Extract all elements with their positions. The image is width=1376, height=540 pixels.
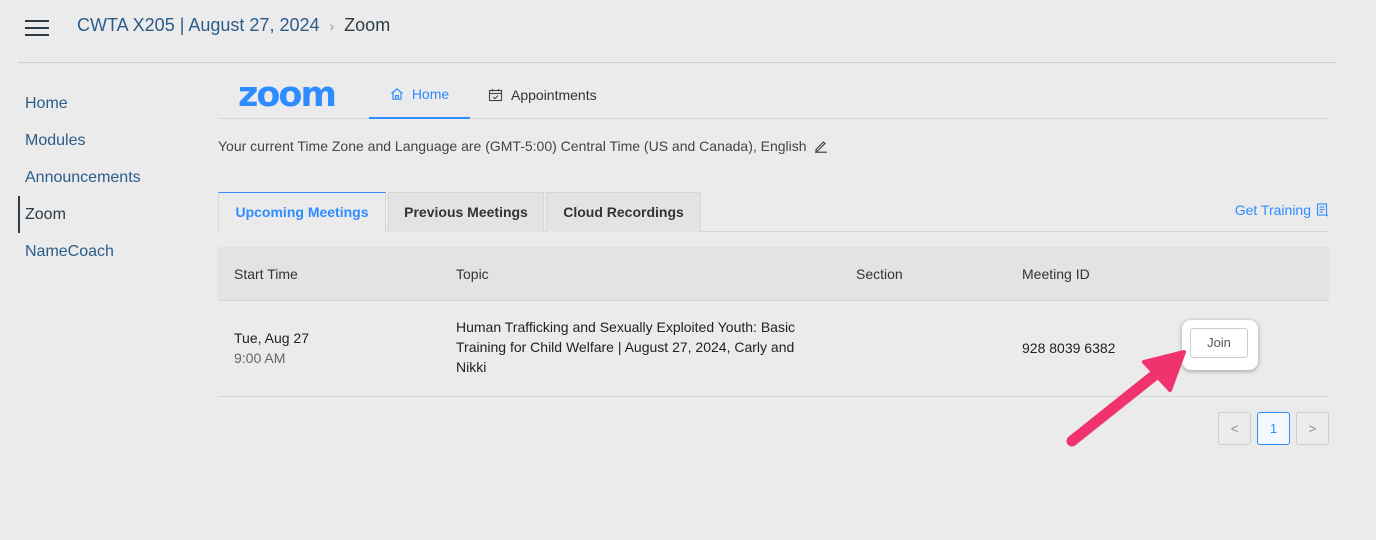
annotation-arrow-icon — [1066, 350, 1186, 447]
tab-appointments-label: Appointments — [511, 86, 597, 103]
meeting-date: Tue, Aug 27 — [234, 330, 309, 346]
get-training-link[interactable]: Get Training — [1235, 202, 1329, 218]
course-navigation: Home Modules Announcements Zoom NameCoac… — [18, 85, 198, 270]
meeting-tabs: Upcoming Meetings Previous Meetings Clou… — [218, 192, 1329, 233]
zoom-header: zoom Home Appointments — [218, 70, 1329, 119]
column-topic: Topic — [456, 266, 489, 282]
zoom-logo: zoom — [238, 75, 337, 115]
tab-appointments[interactable]: Appointments — [488, 70, 597, 119]
book-icon — [1316, 203, 1329, 217]
column-start-time: Start Time — [234, 266, 298, 282]
hamburger-menu-icon[interactable] — [25, 19, 49, 37]
breadcrumb-course-link[interactable]: CWTA X205 | August 27, 2024 — [77, 15, 320, 36]
sidenav-item-announcements[interactable]: Announcements — [18, 159, 198, 196]
home-icon — [390, 87, 404, 101]
top-bar: CWTA X205 | August 27, 2024 › Zoom — [0, 0, 1376, 62]
prev-page-button[interactable]: < — [1218, 412, 1251, 445]
tab-previous-meetings[interactable]: Previous Meetings — [388, 192, 544, 232]
pagination: < 1 > — [1212, 412, 1329, 445]
breadcrumb-separator: › — [329, 17, 335, 34]
page-1-button[interactable]: 1 — [1257, 412, 1290, 445]
timezone-info: Your current Time Zone and Language are … — [218, 138, 828, 154]
tab-cloud-recordings[interactable]: Cloud Recordings — [546, 192, 701, 232]
timezone-text: Your current Time Zone and Language are … — [218, 138, 807, 154]
top-divider — [18, 62, 1337, 63]
edit-pencil-icon[interactable] — [814, 139, 828, 153]
tab-home[interactable]: Home — [369, 70, 470, 119]
get-training-label: Get Training — [1234, 202, 1311, 218]
sidenav-item-modules[interactable]: Modules — [18, 122, 198, 159]
sidenav-item-namecoach[interactable]: NameCoach — [18, 233, 198, 270]
breadcrumb-current: Zoom — [344, 15, 391, 35]
table-header: Start Time Topic Section Meeting ID — [218, 247, 1329, 301]
column-section: Section — [856, 266, 903, 282]
meeting-topic: Human Trafficking and Sexually Exploited… — [456, 319, 796, 375]
calendar-icon — [488, 88, 503, 102]
tab-home-label: Home — [411, 85, 450, 102]
tab-upcoming-meetings[interactable]: Upcoming Meetings — [218, 192, 386, 233]
sidenav-item-home[interactable]: Home — [18, 85, 198, 122]
meeting-time: 9:00 AM — [234, 350, 286, 366]
breadcrumb: CWTA X205 | August 27, 2024 › Zoom — [77, 15, 390, 36]
column-meeting-id: Meeting ID — [1022, 266, 1090, 282]
sidenav-item-zoom[interactable]: Zoom — [18, 196, 198, 233]
zoom-app: zoom Home Appointments Your current Time… — [218, 70, 1329, 445]
next-page-button[interactable]: > — [1296, 412, 1329, 445]
